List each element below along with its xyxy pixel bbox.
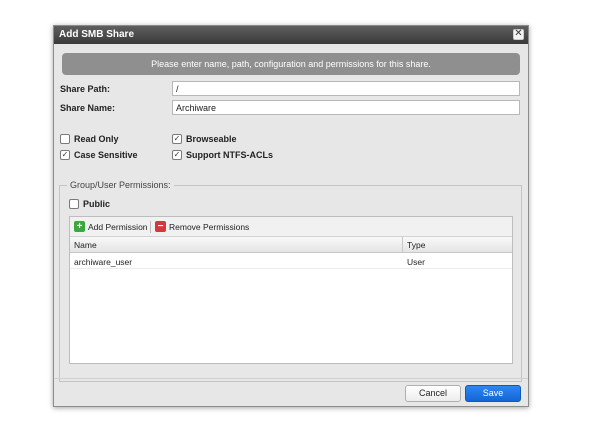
share-name-input[interactable]: Archiware <box>172 100 520 115</box>
read-only-checkbox[interactable] <box>60 134 70 144</box>
check-icon: ✓ <box>61 150 69 159</box>
add-permission-label: Add Permission <box>88 221 148 232</box>
share-name-label: Share Name: <box>60 103 116 113</box>
ntfs-acls-checkbox[interactable]: ✓ <box>172 150 182 160</box>
toolbar-separator <box>150 221 151 233</box>
ntfs-acls-label: Support NTFS-ACLs <box>186 150 273 160</box>
share-path-label: Share Path: <box>60 84 111 94</box>
column-header-name[interactable]: Name <box>74 240 97 250</box>
ntfs-acls-option[interactable]: ✓ Support NTFS-ACLs <box>172 150 273 160</box>
cancel-button[interactable]: Cancel <box>405 385 461 402</box>
footer-divider <box>54 378 528 379</box>
column-divider[interactable] <box>402 237 403 253</box>
row-name-cell: archiware_user <box>74 257 133 267</box>
add-permission-button[interactable]: + Add Permission <box>74 221 148 232</box>
read-only-label: Read Only <box>74 134 119 144</box>
remove-permissions-button[interactable]: − Remove Permissions <box>155 221 249 232</box>
browseable-label: Browseable <box>186 134 237 144</box>
check-icon: ✓ <box>173 134 181 143</box>
add-icon: + <box>74 221 85 232</box>
save-button[interactable]: Save <box>465 385 521 402</box>
table-row[interactable]: archiware_user User <box>70 253 512 269</box>
case-sensitive-label: Case Sensitive <box>74 150 138 160</box>
public-checkbox[interactable] <box>69 199 79 209</box>
remove-permissions-label: Remove Permissions <box>169 221 250 232</box>
case-sensitive-checkbox[interactable]: ✓ <box>60 150 70 160</box>
public-label: Public <box>83 199 111 209</box>
permissions-table-header: Name Type <box>70 237 512 253</box>
permissions-panel: + Add Permission − Remove Permissions Na… <box>69 216 513 364</box>
browseable-checkbox[interactable]: ✓ <box>172 134 182 144</box>
public-option[interactable]: Public <box>69 199 110 209</box>
case-sensitive-option[interactable]: ✓ Case Sensitive <box>60 150 138 160</box>
permissions-toolbar: + Add Permission − Remove Permissions <box>70 217 512 237</box>
dialog-title: Add SMB Share <box>59 29 135 40</box>
remove-icon: − <box>155 221 166 232</box>
instruction-banner: Please enter name, path, configuration a… <box>62 53 520 75</box>
close-icon[interactable]: ✕ <box>513 29 524 40</box>
read-only-option[interactable]: Read Only <box>60 134 119 144</box>
dialog-title-bar[interactable]: Add SMB Share ✕ <box>54 26 528 44</box>
browseable-option[interactable]: ✓ Browseable <box>172 134 237 144</box>
permissions-legend: Group/User Permissions: <box>70 180 171 190</box>
share-path-input[interactable]: / <box>172 81 520 96</box>
check-icon: ✓ <box>173 150 181 159</box>
row-type-cell: User <box>407 257 425 267</box>
column-header-type[interactable]: Type <box>407 240 425 250</box>
add-smb-share-dialog: Add SMB Share ✕ Please enter name, path,… <box>53 25 529 407</box>
